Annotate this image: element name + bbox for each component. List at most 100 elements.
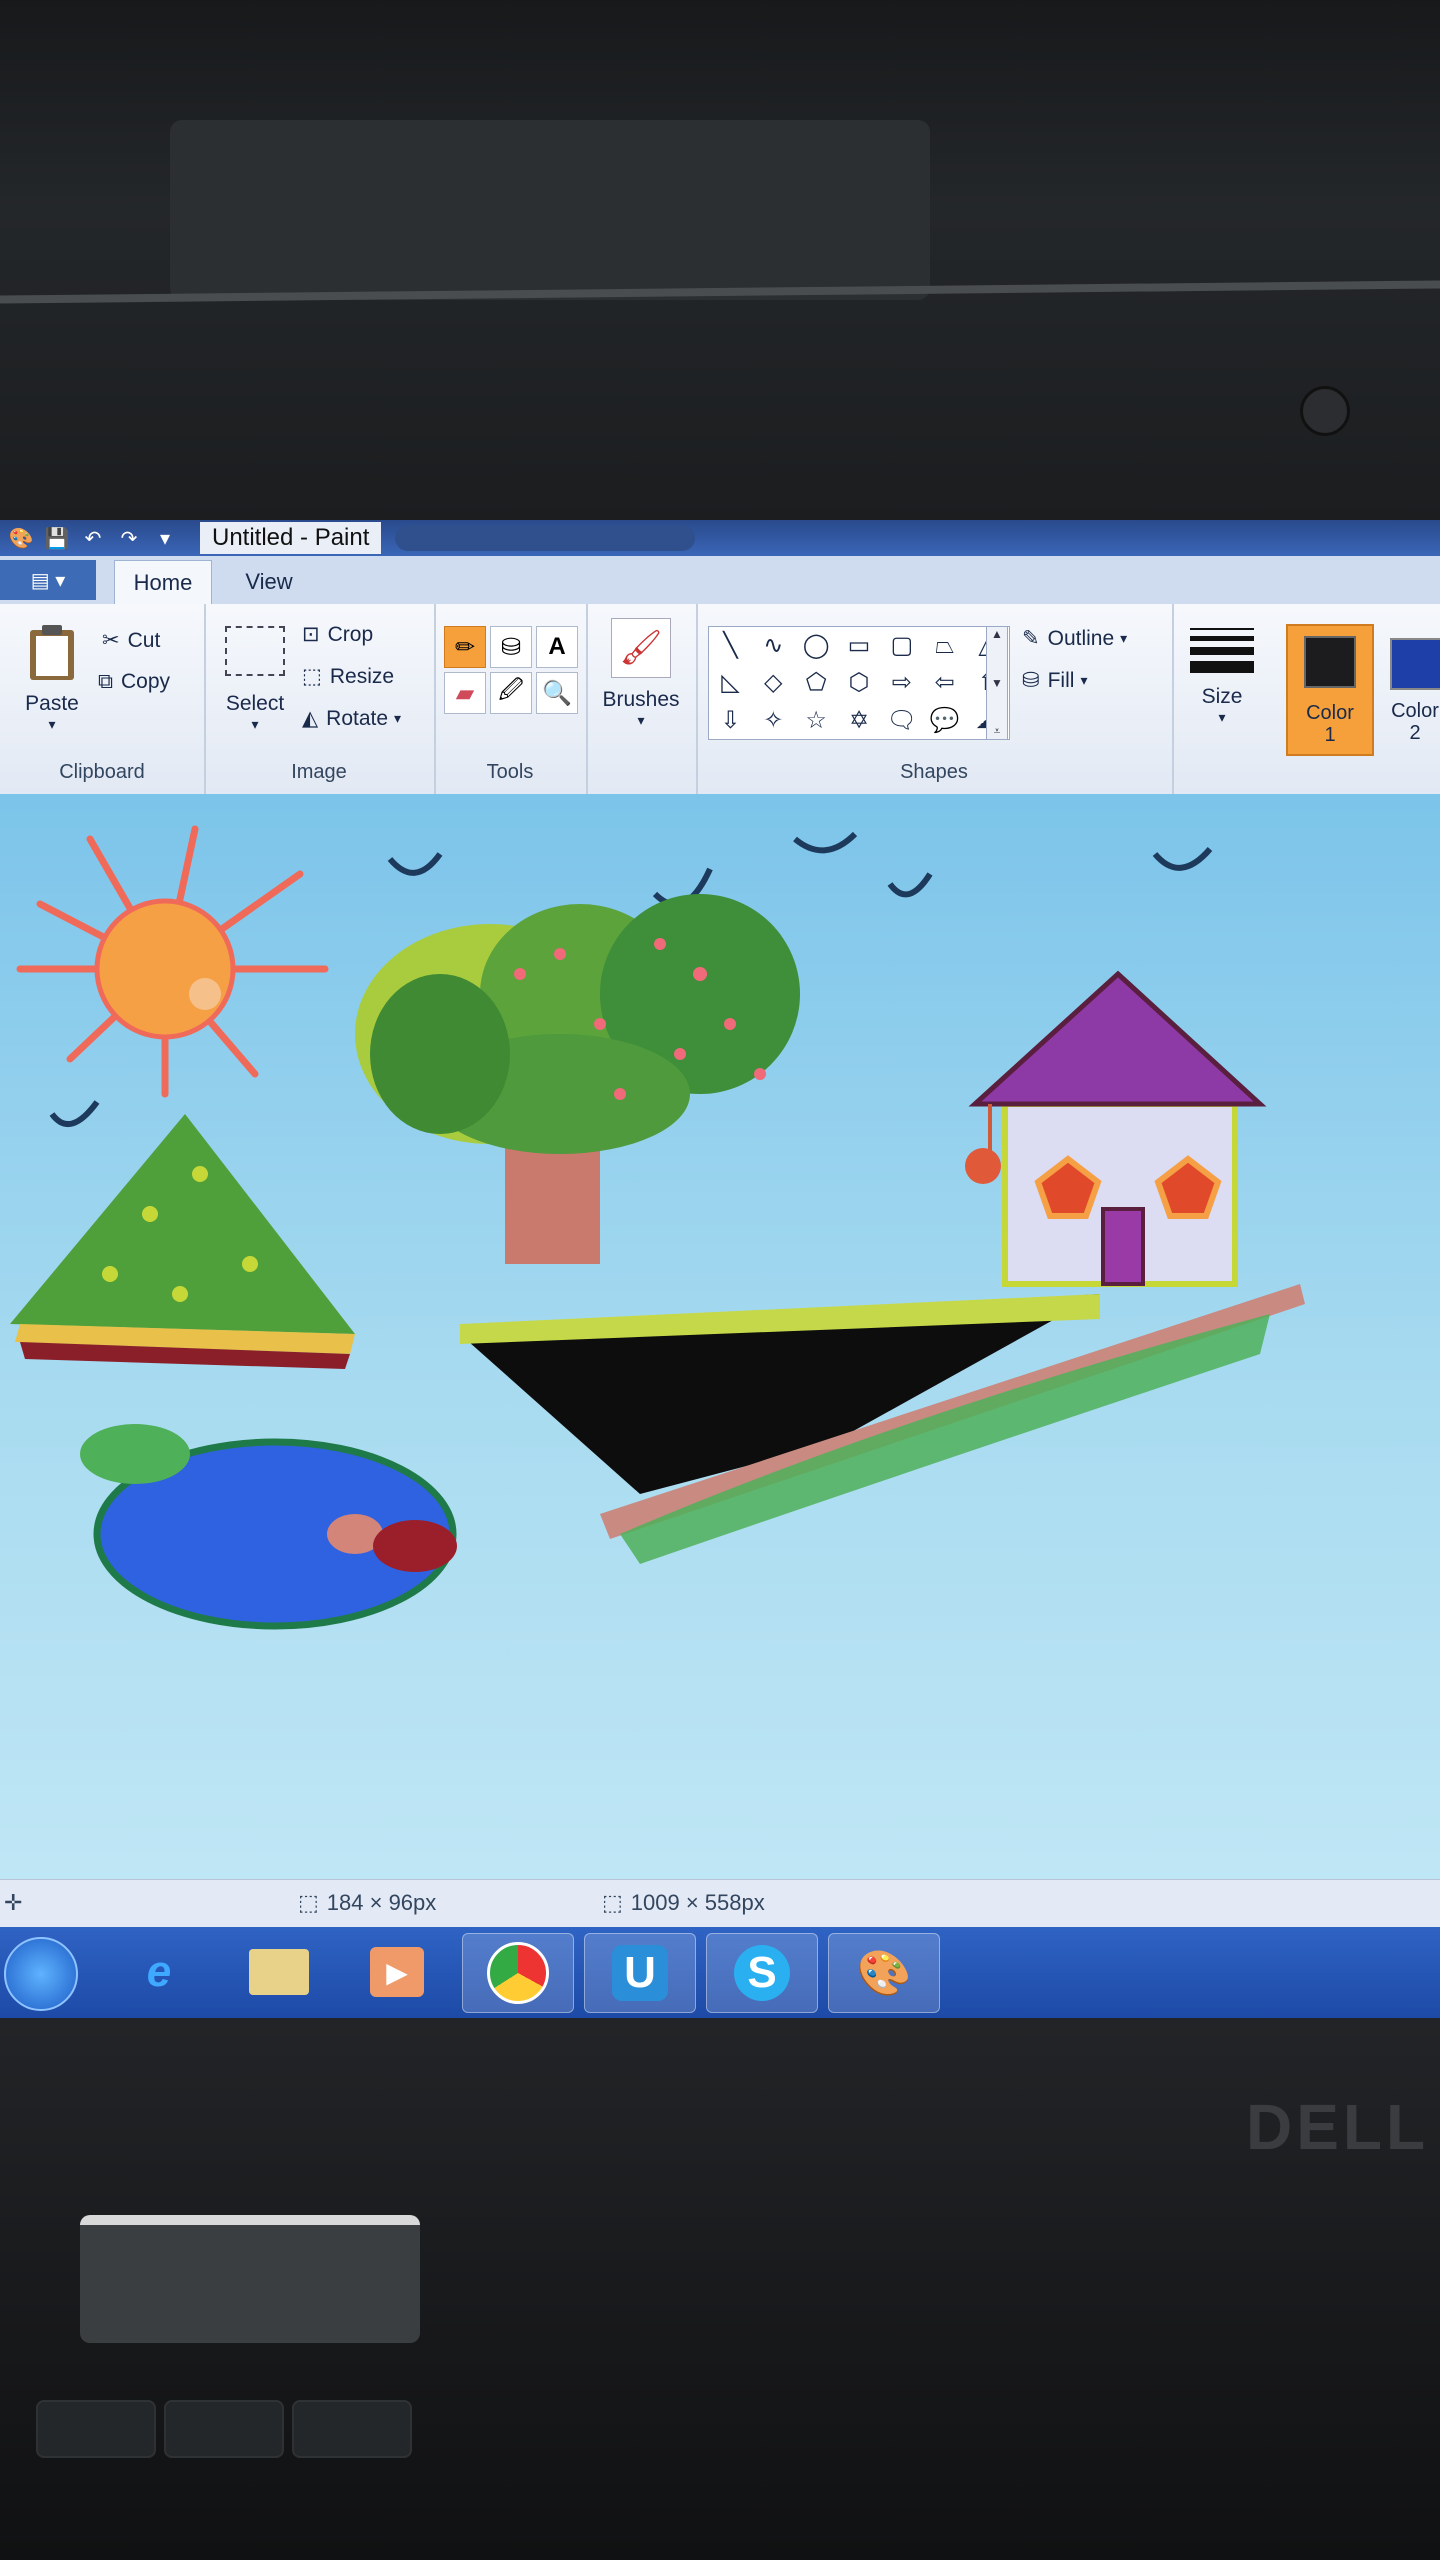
magnifier-icon: 🔍 [542, 679, 572, 707]
skype-icon[interactable]: S [706, 1933, 818, 2013]
eraser-tool[interactable]: ▰ [444, 672, 486, 714]
redo-icon[interactable]: ↷ [114, 525, 144, 551]
file-menu-button[interactable]: ▤ ▾ [0, 560, 96, 600]
select-rect-icon [225, 626, 285, 676]
cut-button[interactable]: ✂ Cut [102, 628, 160, 653]
copy-icon: ⧉ [98, 670, 113, 693]
crop-icon: ⊡ [302, 623, 320, 646]
paint-app-icon[interactable]: 🎨 [6, 525, 36, 551]
copy-button[interactable]: ⧉ Copy [98, 670, 170, 694]
pencil-tool[interactable]: ✏ [444, 626, 486, 668]
tree-drawing [355, 894, 800, 1264]
selection-size-text: 184 × 96px [326, 1890, 437, 1915]
curve-shape-icon[interactable]: ∿ [752, 627, 795, 664]
text-tool[interactable]: A [536, 626, 578, 668]
canvas-size-text: 1009 × 558px [630, 1890, 765, 1915]
brush-icon: 🖌 [611, 618, 671, 678]
oval-shape-icon[interactable]: ◯ [795, 627, 838, 664]
volume-down-key [164, 2400, 284, 2458]
outline-button[interactable]: ✎ Outline ▾ [1022, 626, 1127, 651]
media-player-icon[interactable]: ▶ [342, 1933, 452, 2011]
fill-tool[interactable]: ⛁ [490, 626, 532, 668]
size-dropdown-icon: ▾ [1218, 709, 1226, 725]
select-dropdown-icon: ▾ [251, 716, 259, 732]
four-point-star-shape-icon[interactable]: ✧ [752, 702, 795, 739]
file-explorer-icon[interactable] [224, 1933, 334, 2011]
rectangle-shape-icon[interactable]: ▭ [838, 627, 881, 664]
paste-dropdown-icon: ▾ [48, 716, 56, 732]
down-arrow-shape-icon[interactable]: ⇩ [709, 702, 752, 739]
six-point-star-shape-icon[interactable]: ✡ [838, 702, 881, 739]
color-picker-tool[interactable]: 🖉 [490, 672, 532, 714]
magnifier-tool[interactable]: 🔍 [536, 672, 578, 714]
rounded-rectangle-shape-icon[interactable]: ▢ [880, 627, 923, 664]
copy-label: Copy [121, 670, 171, 693]
shapes-group: ╲ ∿ ◯ ▭ ▢ ⏢ △ ◺ ◇ ⬠ ⬡ ⇨ ⇦ ⇧ ⇩ ✧ ☆ ✡ 🗨 💬 [696, 604, 1174, 794]
right-arrow-shape-icon[interactable]: ⇨ [880, 664, 923, 701]
canvas-size-indicator: ⬚ 1009 × 558px [602, 1890, 765, 1916]
hinge [80, 2215, 420, 2343]
size-button[interactable]: Size ▾ [1186, 628, 1258, 726]
outline-icon: ✎ [1022, 627, 1040, 650]
fill-icon: ⛁ [500, 633, 522, 661]
undo-icon[interactable]: ↶ [78, 525, 108, 551]
pond-drawing [80, 1424, 457, 1630]
image-group-label: Image [291, 761, 347, 783]
select-button[interactable]: Select ▾ [220, 626, 290, 733]
screen: 🎨 💾 ↶ ↷ ▾ Untitled - Paint ▤ ▾ Home View… [0, 520, 1440, 2018]
paste-button[interactable]: Paste ▾ [20, 624, 84, 733]
rotate-button[interactable]: ◭ Rotate ▾ [302, 706, 401, 731]
color1-button[interactable]: Color 1 [1286, 624, 1374, 756]
scroll-down-icon[interactable]: ▼ [991, 676, 1003, 690]
resize-button[interactable]: ⬚ Resize [302, 664, 394, 689]
pentagon-shape-icon[interactable]: ⬠ [795, 664, 838, 701]
brushes-label: Brushes [602, 688, 680, 711]
uplay-icon[interactable]: U [584, 1933, 696, 2013]
status-bar: ✛ ⬚ 184 × 96px ⬚ 1009 × 558px [0, 1879, 1440, 1928]
size-label: Size [1201, 685, 1243, 708]
customize-quick-access-icon[interactable]: ▾ [150, 525, 180, 551]
clipboard-group: Paste ▾ ✂ Cut ⧉ Copy Clipboard [0, 604, 206, 794]
rotate-dropdown-icon: ▾ [394, 710, 402, 726]
fill-button[interactable]: ⛁ Fill ▾ [1022, 668, 1087, 693]
dell-logo: DELL [1246, 2091, 1430, 2163]
rect-callout-shape-icon[interactable]: 🗨 [880, 702, 923, 739]
hexagon-shape-icon[interactable]: ⬡ [838, 664, 881, 701]
internet-explorer-icon[interactable]: e [104, 1933, 214, 2011]
color2-swatch [1390, 638, 1440, 690]
outline-dropdown-icon: ▾ [1120, 630, 1128, 646]
floating-island-drawing [460, 1284, 1305, 1564]
shapes-scrollbar[interactable]: ▲ ▼ ⩡ [986, 626, 1008, 740]
webcam [1300, 386, 1350, 436]
drawing-canvas[interactable] [0, 794, 1440, 1879]
color2-button[interactable]: Color 2 [1380, 624, 1440, 752]
five-point-star-shape-icon[interactable]: ☆ [795, 702, 838, 739]
text-icon: A [548, 633, 566, 660]
left-arrow-shape-icon[interactable]: ⇦ [923, 664, 966, 701]
hill-drawing [10, 1114, 355, 1369]
pencil-icon: ✏ [454, 633, 476, 661]
tab-view[interactable]: View [224, 560, 314, 604]
move-icon: ✛ [4, 1890, 23, 1915]
paint-icon[interactable]: 🎨 [828, 1933, 940, 2013]
diamond-shape-icon[interactable]: ◇ [752, 664, 795, 701]
save-icon[interactable]: 💾 [42, 525, 72, 551]
ribbon: Paste ▾ ✂ Cut ⧉ Copy Clipboard Select ▾ … [0, 604, 1440, 796]
chrome-icon[interactable] [462, 1933, 574, 2013]
canvas-size-icon: ⬚ [602, 1890, 623, 1915]
color2-number: 2 [1409, 722, 1421, 744]
expand-gallery-icon[interactable]: ⩡ [994, 724, 1001, 739]
scroll-up-icon[interactable]: ▲ [991, 627, 1003, 641]
size-group: Size ▾ [1172, 604, 1272, 794]
polygon-shape-icon[interactable]: ⏢ [923, 627, 966, 664]
brushes-button[interactable]: 🖌 Brushes ▾ [600, 618, 682, 729]
line-shape-icon[interactable]: ╲ [709, 627, 752, 664]
fill-bucket-icon: ⛁ [1022, 669, 1040, 692]
background-window-blur [395, 525, 696, 551]
right-triangle-shape-icon[interactable]: ◺ [709, 664, 752, 701]
canvas-artwork [10, 825, 1305, 1630]
crop-button[interactable]: ⊡ Crop [302, 622, 373, 647]
start-orb[interactable] [4, 1937, 78, 2011]
oval-callout-shape-icon[interactable]: 💬 [923, 702, 966, 739]
tab-home[interactable]: Home [114, 560, 212, 605]
